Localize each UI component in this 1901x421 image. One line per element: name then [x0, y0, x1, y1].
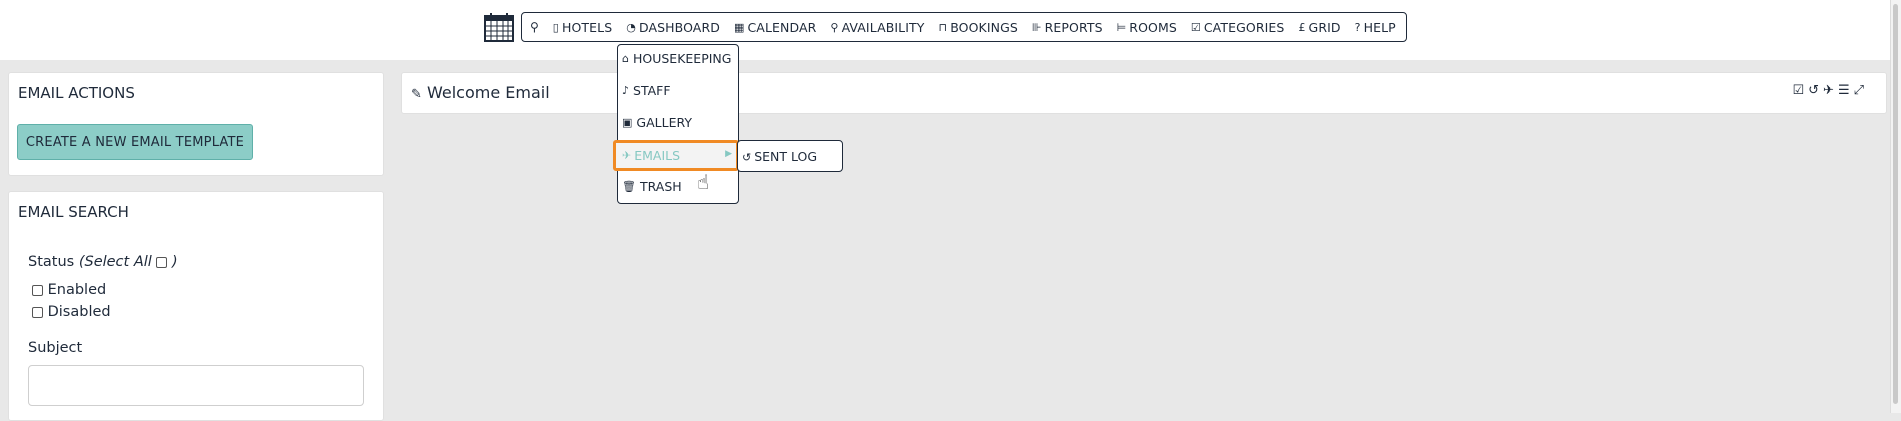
- nav-item-help[interactable]: ? HELP: [1355, 20, 1396, 35]
- expand-icon[interactable]: ⤢: [1854, 83, 1864, 98]
- nav-label: AVAILABILITY: [841, 19, 925, 35]
- dropdown-label: GALLERY: [636, 115, 692, 130]
- home-icon: ⌂: [622, 52, 629, 65]
- panel-toolbar: ☑ ↺ ✈ ☰ ⤢: [1792, 83, 1864, 98]
- dropdown-label: EMAILS: [634, 148, 681, 163]
- dashboard-icon: ◔: [626, 20, 636, 34]
- bell-icon: ♪: [622, 84, 630, 97]
- nav-label: REPORTS: [1044, 19, 1103, 35]
- nav-label: HOTELS: [561, 19, 613, 35]
- main-panel-title-row: ✎ Welcome Email: [411, 83, 550, 102]
- hand-cursor-icon: ☝: [697, 170, 710, 194]
- check-square-icon[interactable]: ☑: [1792, 83, 1804, 98]
- email-actions-panel: EMAIL ACTIONS CREATE A NEW EMAIL TEMPLAT…: [8, 72, 384, 176]
- enabled-label: Enabled: [47, 282, 107, 298]
- nav-label: CALENDAR: [747, 19, 817, 35]
- check-square-icon: ☑: [1190, 20, 1201, 34]
- bar-chart-icon: ⊪: [1031, 20, 1042, 34]
- panel-title: EMAIL ACTIONS: [18, 84, 135, 102]
- dashboard-dropdown: ⌂ HOUSEKEEPING ♪ STAFF ▣ GALLERY 🗑 TRASH: [617, 44, 739, 204]
- nav-label: CATEGORIES: [1203, 19, 1285, 35]
- nav-label: DASHBOARD: [638, 19, 720, 35]
- select-all-close: ): [172, 254, 178, 270]
- nav-item-availability[interactable]: ⚲ AVAILABILITY: [830, 20, 924, 35]
- subject-input[interactable]: [28, 365, 364, 406]
- paper-plane-icon[interactable]: ✈: [1823, 83, 1834, 98]
- building-icon: ▯: [552, 20, 559, 34]
- search-icon: ⚲: [830, 20, 839, 34]
- select-all-checkbox[interactable]: [156, 256, 168, 268]
- nav-item-bookings[interactable]: ⊓ BOOKINGS: [939, 20, 1018, 35]
- nav-item-hotels[interactable]: ▯ HOTELS: [553, 20, 612, 35]
- dropdown-item-gallery[interactable]: ▣ GALLERY: [622, 115, 692, 130]
- status-option-enabled[interactable]: Enabled: [32, 282, 106, 298]
- dropdown-label: STAFF: [633, 83, 671, 98]
- sent-log-item[interactable]: ↺ SENT LOG: [742, 149, 817, 164]
- nav-item-grid[interactable]: £ GRID: [1298, 20, 1340, 35]
- history-icon: ↺: [742, 150, 752, 164]
- nav-label: GRID: [1308, 19, 1341, 35]
- caret-right-icon: ▶: [725, 149, 732, 159]
- dropdown-item-staff[interactable]: ♪ STAFF: [622, 83, 671, 98]
- map-pin-icon[interactable]: ⚲: [530, 20, 539, 34]
- page-scrollbar[interactable]: [1890, 0, 1901, 413]
- create-email-template-button[interactable]: CREATE A NEW EMAIL TEMPLATE: [17, 124, 253, 160]
- select-all-label: (Select All: [78, 254, 152, 270]
- nav-label: HELP: [1363, 19, 1396, 35]
- nav-label: ROOMS: [1129, 19, 1177, 35]
- status-option-disabled[interactable]: Disabled: [32, 304, 111, 320]
- email-search-panel: EMAIL SEARCH Status (Select All ) Enable…: [8, 191, 384, 421]
- nav-item-calendar[interactable]: ▦ CALENDAR: [734, 20, 816, 35]
- emails-label-row: ✈ EMAILS: [622, 148, 680, 163]
- enabled-checkbox[interactable]: [32, 284, 43, 296]
- disabled-label: Disabled: [47, 304, 111, 320]
- history-icon[interactable]: ↺: [1808, 83, 1819, 98]
- emails-submenu: ↺ SENT LOG: [737, 140, 843, 172]
- subject-label: Subject: [28, 340, 83, 356]
- dropdown-item-trash[interactable]: 🗑 TRASH: [622, 179, 682, 194]
- nav-item-categories[interactable]: ☑ CATEGORIES: [1191, 20, 1285, 35]
- nav-item-rooms[interactable]: ⊨ ROOMS: [1117, 20, 1177, 35]
- disabled-checkbox[interactable]: [32, 306, 43, 318]
- question-icon: ?: [1354, 20, 1361, 34]
- paper-plane-icon: ✈: [622, 149, 632, 162]
- calendar-logo-icon[interactable]: [484, 12, 514, 42]
- pencil-icon: ✎: [411, 87, 422, 102]
- list-icon[interactable]: ☰: [1838, 83, 1850, 98]
- dropdown-item-emails[interactable]: ✈ EMAILS ▶: [613, 140, 739, 171]
- nav-label: BOOKINGS: [950, 19, 1018, 35]
- trash-icon: 🗑: [622, 180, 636, 193]
- main-panel-title: Welcome Email: [427, 83, 550, 102]
- sent-log-label: SENT LOG: [754, 148, 818, 164]
- main-nav: ⚲ ▯ HOTELS ◔ DASHBOARD ▦ CALENDAR ⚲ AVAILABI…: [521, 12, 1407, 42]
- panel-title: EMAIL SEARCH: [18, 203, 129, 221]
- inbox-icon: ⊓: [938, 20, 948, 34]
- scrollbar-thumb[interactable]: [1893, 4, 1898, 404]
- pound-icon: £: [1298, 20, 1306, 34]
- image-icon: ▣: [622, 116, 633, 129]
- bed-icon: ⊨: [1116, 20, 1127, 34]
- status-label: Status: [28, 254, 75, 270]
- dropdown-item-housekeeping[interactable]: ⌂ HOUSEKEEPING: [622, 51, 731, 66]
- calendar-icon: ▦: [733, 20, 745, 34]
- status-label-row: Status (Select All ): [28, 254, 178, 270]
- nav-item-reports[interactable]: ⊪ REPORTS: [1032, 20, 1103, 35]
- nav-item-dashboard[interactable]: ◔ DASHBOARD: [626, 20, 720, 35]
- dropdown-label: TRASH: [639, 179, 682, 194]
- dropdown-label: HOUSEKEEPING: [632, 51, 732, 66]
